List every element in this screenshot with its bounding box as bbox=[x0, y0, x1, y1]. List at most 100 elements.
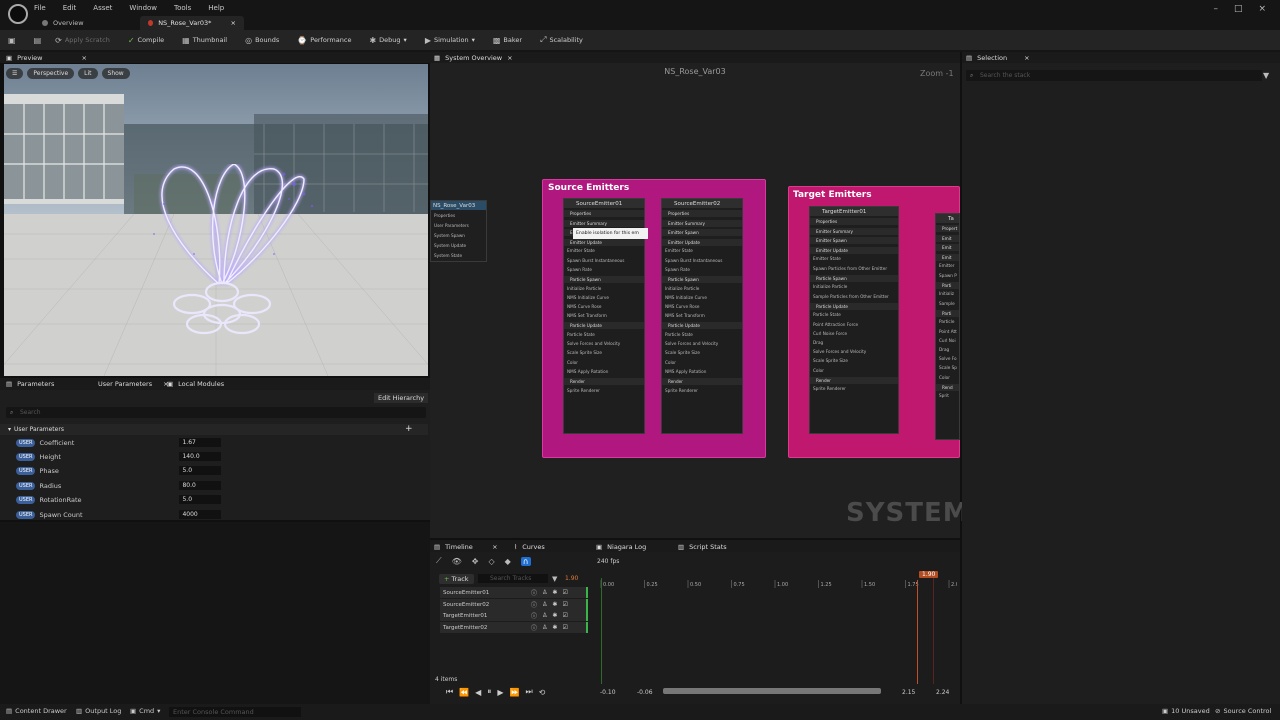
browse-icon[interactable]: ▤ bbox=[34, 36, 42, 45]
minimize-icon[interactable]: – bbox=[1213, 4, 1218, 14]
stack-section[interactable]: Emitter Update bbox=[662, 238, 742, 246]
fps-selector[interactable]: 240 fps bbox=[597, 558, 619, 565]
param-row-coefficient[interactable]: USER Coefficient 1.67 bbox=[0, 436, 428, 449]
menu-window[interactable]: Window bbox=[129, 4, 157, 12]
tab-script-stats[interactable]: ▥ Script Stats bbox=[678, 543, 727, 551]
stack-module[interactable]: Color bbox=[567, 360, 578, 365]
stack-module[interactable]: NMS Curve Rose bbox=[665, 304, 699, 309]
isolate-icon[interactable]: ♙ bbox=[542, 612, 547, 619]
stack-section[interactable]: Particle Update bbox=[810, 302, 898, 310]
isolate-icon[interactable]: ♙ bbox=[542, 589, 547, 596]
stack-section[interactable]: Particle Spawn bbox=[564, 276, 644, 283]
track-search-input[interactable]: Search Tracks bbox=[478, 574, 548, 583]
tab-local-modules[interactable]: ▣ Local Modules bbox=[167, 380, 224, 388]
stack-module[interactable]: Solve Fo bbox=[939, 356, 957, 361]
stack-module[interactable]: Point Attraction Force bbox=[813, 322, 858, 327]
solo-icon[interactable]: ✱ bbox=[552, 589, 557, 596]
stack-section[interactable]: Parti bbox=[936, 309, 959, 317]
unreal-logo-icon[interactable] bbox=[8, 4, 28, 24]
emitter-node-source-02[interactable]: SourceEmitter02 Properties Emitter Summar… bbox=[661, 198, 743, 434]
stack-module[interactable]: Spawn Rate bbox=[665, 267, 690, 272]
close-icon[interactable]: × bbox=[507, 54, 512, 62]
stack-module[interactable]: Initialize Particle bbox=[665, 286, 699, 291]
stack-section[interactable]: Properties bbox=[810, 218, 898, 225]
current-time[interactable]: 1.90 bbox=[565, 575, 578, 582]
param-value-input[interactable]: 5.0 bbox=[179, 466, 222, 475]
show-button[interactable]: Show bbox=[101, 68, 130, 79]
output-log-button[interactable]: ▥ Output Log bbox=[76, 707, 121, 715]
info-icon[interactable]: ⓘ bbox=[531, 600, 537, 609]
stack-module[interactable]: Emitter State bbox=[813, 256, 841, 261]
close-icon[interactable]: × bbox=[1024, 54, 1029, 62]
system-node-properties[interactable]: Properties bbox=[434, 213, 455, 218]
range-out[interactable]: 2.15 bbox=[902, 689, 915, 696]
stack-section[interactable]: Render bbox=[810, 376, 898, 384]
perspective-button[interactable]: Perspective bbox=[27, 68, 75, 79]
stack-module[interactable]: Particle State bbox=[567, 332, 595, 337]
stack-module[interactable]: NMS Initialize Curve bbox=[567, 295, 609, 300]
stack-module[interactable]: Emitter bbox=[939, 263, 954, 268]
time-ruler[interactable]: 0.000.250.500.751.001.251.501.752.00 bbox=[597, 580, 957, 588]
tab-overview[interactable]: Overview bbox=[34, 16, 138, 30]
stack-section[interactable]: Emitter Summary bbox=[564, 219, 644, 227]
snap-options-icon[interactable]: ✥ bbox=[472, 557, 479, 566]
isolate-icon[interactable]: ♙ bbox=[542, 624, 547, 631]
stack-search-input[interactable]: Search the stack bbox=[966, 70, 1262, 81]
add-parameter-icon[interactable]: + bbox=[405, 424, 413, 434]
debug-button[interactable]: ✱ Debug ▾ bbox=[369, 36, 406, 45]
preview-viewport[interactable] bbox=[4, 64, 428, 376]
filter-icon[interactable]: ▼ bbox=[552, 575, 557, 583]
stack-module[interactable]: Initialize Particle bbox=[813, 284, 847, 289]
apply-scratch-button[interactable]: ⟳ Apply Scratch bbox=[55, 36, 110, 45]
stack-module[interactable]: Initializ bbox=[939, 291, 954, 296]
close-icon[interactable]: × bbox=[231, 19, 236, 27]
parameters-search-input[interactable]: Search bbox=[6, 407, 426, 418]
view-options-icon[interactable]: 👁 bbox=[452, 557, 462, 566]
stack-module[interactable]: NMS Apply Rotation bbox=[665, 369, 706, 374]
info-icon[interactable]: ⓘ bbox=[531, 588, 537, 597]
stack-module[interactable]: Particle State bbox=[813, 312, 841, 317]
stack-module[interactable]: NMS Initialize Curve bbox=[665, 295, 707, 300]
menu-file[interactable]: File bbox=[34, 4, 46, 12]
system-node-system-state[interactable]: System State bbox=[434, 253, 462, 258]
stack-section[interactable]: Rend bbox=[936, 383, 959, 391]
curve-tool-icon[interactable]: ⟋ bbox=[436, 556, 442, 566]
stack-module[interactable]: Drag bbox=[939, 347, 949, 352]
param-value-input[interactable]: 5.0 bbox=[179, 495, 222, 504]
close-icon[interactable]: × bbox=[81, 54, 86, 62]
tab-asset[interactable]: NS_Rose_Var03* × bbox=[140, 16, 244, 30]
jump-end-icon[interactable]: ⏭ bbox=[525, 687, 532, 697]
stack-module[interactable]: Color bbox=[939, 375, 950, 380]
key-icon[interactable]: ◆ bbox=[505, 557, 511, 566]
range-in[interactable]: -0.06 bbox=[637, 689, 653, 696]
info-icon[interactable]: ⓘ bbox=[531, 623, 537, 632]
stack-section[interactable]: Particle Spawn bbox=[662, 276, 742, 283]
next-key-icon[interactable]: ⏩ bbox=[509, 688, 519, 697]
solo-icon[interactable]: ✱ bbox=[552, 612, 557, 619]
param-row-rotation-rate[interactable]: USER RotationRate 5.0 bbox=[0, 493, 428, 506]
info-icon[interactable]: ⓘ bbox=[531, 611, 537, 620]
close-window-icon[interactable]: × bbox=[1258, 4, 1266, 14]
stack-module[interactable]: Particle bbox=[939, 319, 954, 324]
stack-section[interactable]: Emitter Spawn bbox=[662, 229, 742, 237]
menu-asset[interactable]: Asset bbox=[93, 4, 112, 12]
add-track-button[interactable]: + Track bbox=[439, 574, 474, 584]
stack-section[interactable]: Render bbox=[662, 378, 742, 385]
pause-icon[interactable]: ⏸ bbox=[487, 687, 491, 697]
stack-section[interactable]: Emitter Summary bbox=[810, 227, 898, 235]
tab-parameters[interactable]: ▤ Parameters bbox=[6, 380, 54, 388]
param-value-input[interactable]: 1.67 bbox=[179, 438, 222, 447]
stack-module[interactable]: Point Att bbox=[939, 329, 957, 334]
stack-module[interactable]: Solve Forces and Velocity bbox=[567, 341, 620, 346]
tab-preview[interactable]: ▣ Preview × bbox=[6, 54, 87, 62]
play-reverse-icon[interactable]: ◀ bbox=[475, 688, 481, 697]
param-row-height[interactable]: USER Height 140.0 bbox=[0, 450, 428, 463]
performance-button[interactable]: ⌚ Performance bbox=[297, 36, 351, 45]
unsaved-button[interactable]: ▣ 10 Unsaved bbox=[1162, 707, 1210, 715]
stack-section[interactable]: Emitter Summary bbox=[662, 219, 742, 227]
stack-section[interactable]: Emit bbox=[936, 234, 959, 242]
stack-module[interactable]: Spawn Particles from Other Emitter bbox=[813, 266, 887, 271]
range-end[interactable]: 2.24 bbox=[936, 689, 949, 696]
system-node-user-parameters[interactable]: User Parameters bbox=[434, 223, 469, 228]
stack-section[interactable]: Emit bbox=[936, 244, 959, 252]
